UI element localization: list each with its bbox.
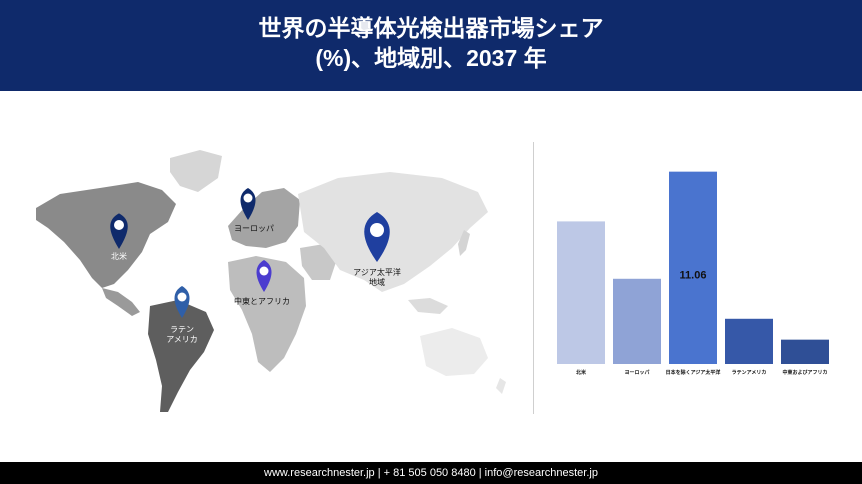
pin-label-asia-pacific-1: アジア太平洋 (353, 267, 401, 277)
pin-label-asia-pacific-2: 地域 (369, 277, 385, 287)
bar-2 (669, 171, 717, 364)
bar-data-label-2: 11.06 (680, 270, 707, 282)
world-map: 北米 ヨーロッパ アジア太平洋 地域 中東とアフリカ ラテン アメリカ (36, 150, 506, 412)
landmass-south-america (148, 300, 214, 412)
landmass-central-america (102, 288, 140, 316)
category-label-1: ヨーロッパ (624, 369, 649, 376)
pin-label-middle-east-africa: 中東とアフリカ (234, 296, 290, 306)
footer-contact: www.researchnester.jp | + 81 505 050 848… (0, 462, 862, 484)
bar-3 (725, 318, 773, 364)
bar-4 (781, 339, 829, 364)
landmass-north-america (36, 182, 176, 288)
pin-north-america: 北米 (110, 213, 128, 261)
pin-label-europe: ヨーロッパ (234, 224, 274, 233)
chart-subtitle: (%)、地域別、2037 年 (315, 45, 547, 71)
bar-chart: 北米 ヨーロッパ 11.06 日本を除くアジア太平洋 ラテンアメリカ 中東およびアフリカ (557, 171, 829, 376)
panel-divider (533, 142, 534, 414)
chart-title: 世界の半導体光検出器市場シェア (258, 15, 604, 41)
category-label-0: 北米 (576, 369, 587, 376)
pin-label-latin-america-2: アメリカ (166, 335, 198, 344)
bar-0 (557, 221, 605, 364)
category-label-4: 中東およびアフリカ (782, 369, 827, 376)
pin-label-north-america: 北米 (111, 251, 127, 261)
header-banner: 世界の半導体光検出器市場シェア (%)、地域別、2037 年 (0, 0, 862, 91)
bar-1 (613, 278, 661, 364)
landmass-greenland (170, 150, 222, 192)
landmass-se-asia (408, 298, 448, 314)
landmass-new-zealand (496, 378, 506, 394)
pin-label-latin-america-1: ラテン (170, 325, 194, 334)
landmass-australia (420, 328, 488, 376)
category-label-3: ラテンアメリカ (732, 369, 767, 376)
landmass-europe (228, 188, 300, 248)
category-label-2: 日本を除くアジア太平洋 (666, 369, 721, 376)
